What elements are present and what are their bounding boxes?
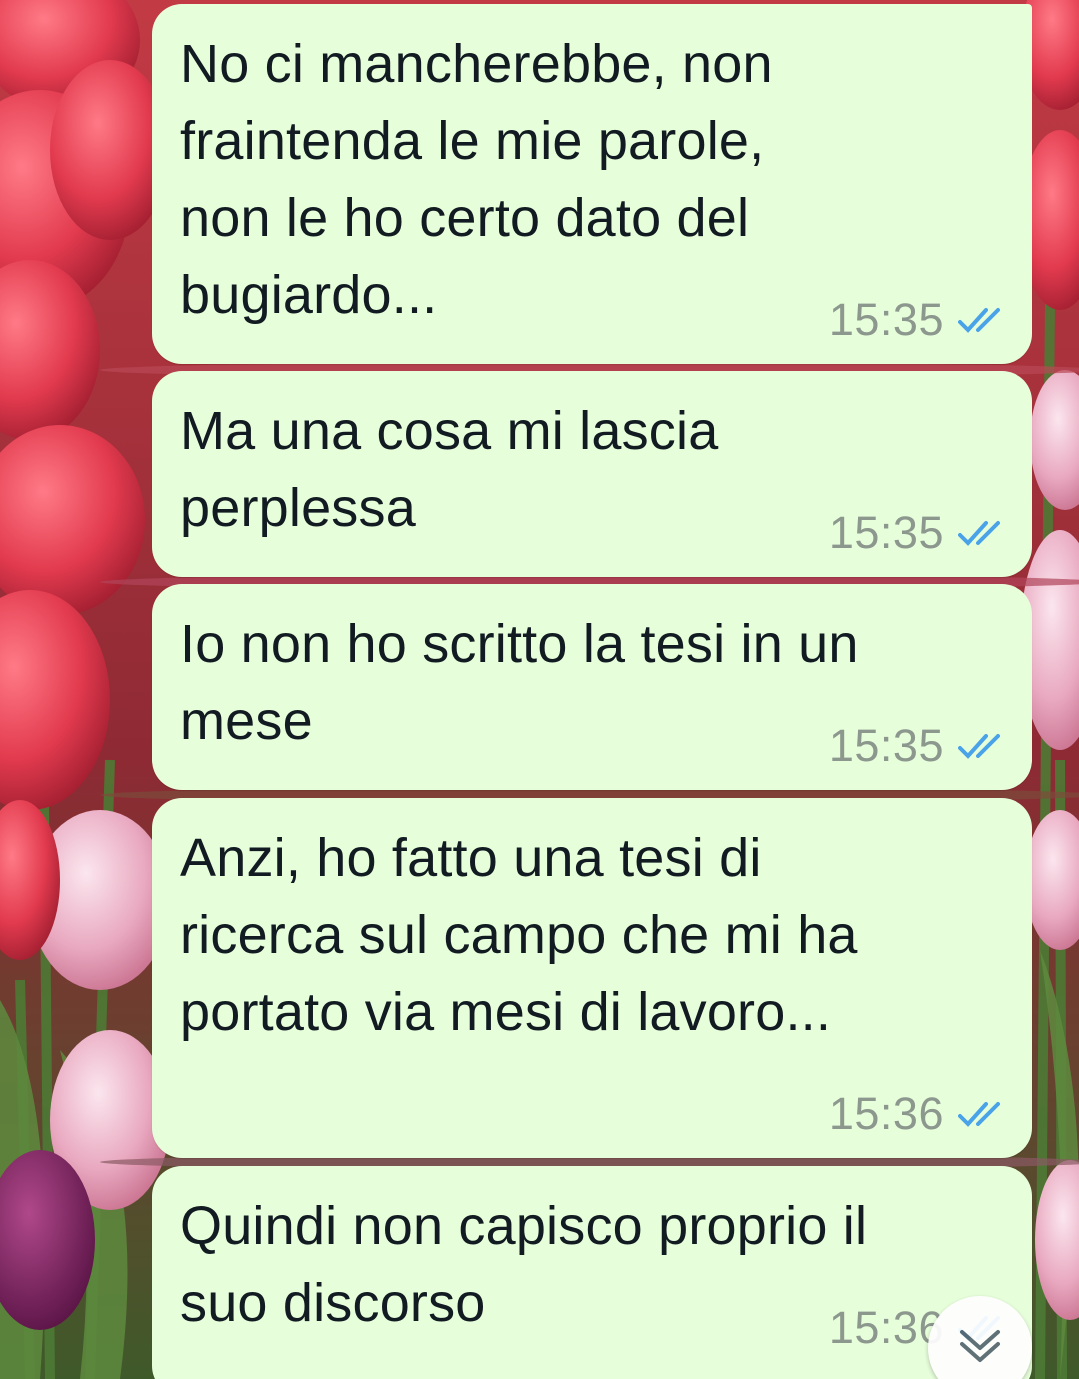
message-text: Anzi, ho fatto una tesi di ricerca sul c…: [180, 828, 858, 1042]
outgoing-message-bubble[interactable]: Ma una cosa mi lascia perplessa 15:35: [152, 371, 1032, 577]
message-time: 15:36: [828, 1088, 944, 1139]
chevron-double-down-icon: [960, 1330, 1000, 1362]
message-time: 15:35: [828, 507, 944, 558]
double-check-read-icon: [958, 733, 1004, 759]
message-time: 15:35: [828, 720, 944, 771]
outgoing-message-bubble[interactable]: No ci mancherebbe, non fraintenda le mie…: [152, 4, 1032, 364]
outgoing-message-bubble[interactable]: Anzi, ho fatto una tesi di ricerca sul c…: [152, 798, 1032, 1158]
message-meta: 15:35: [829, 507, 1004, 559]
message-meta: 15:35: [829, 720, 1004, 772]
message-meta: 15:36: [829, 1088, 1004, 1140]
double-check-read-icon: [958, 1101, 1004, 1127]
message-text: No ci mancherebbe, non fraintenda le mie…: [180, 34, 773, 325]
message-time: 15:35: [828, 294, 944, 345]
outgoing-message-bubble[interactable]: Quindi non capisco proprio il suo discor…: [152, 1166, 1032, 1379]
chat-message-list[interactable]: No ci mancherebbe, non fraintenda le mie…: [0, 0, 1079, 1379]
outgoing-message-bubble[interactable]: Io non ho scritto la tesi in un mese 15:…: [152, 584, 1032, 790]
double-check-read-icon: [958, 520, 1004, 546]
message-time: 15:36: [828, 1302, 944, 1353]
message-meta: 15:35: [829, 294, 1004, 346]
double-check-read-icon: [958, 307, 1004, 333]
